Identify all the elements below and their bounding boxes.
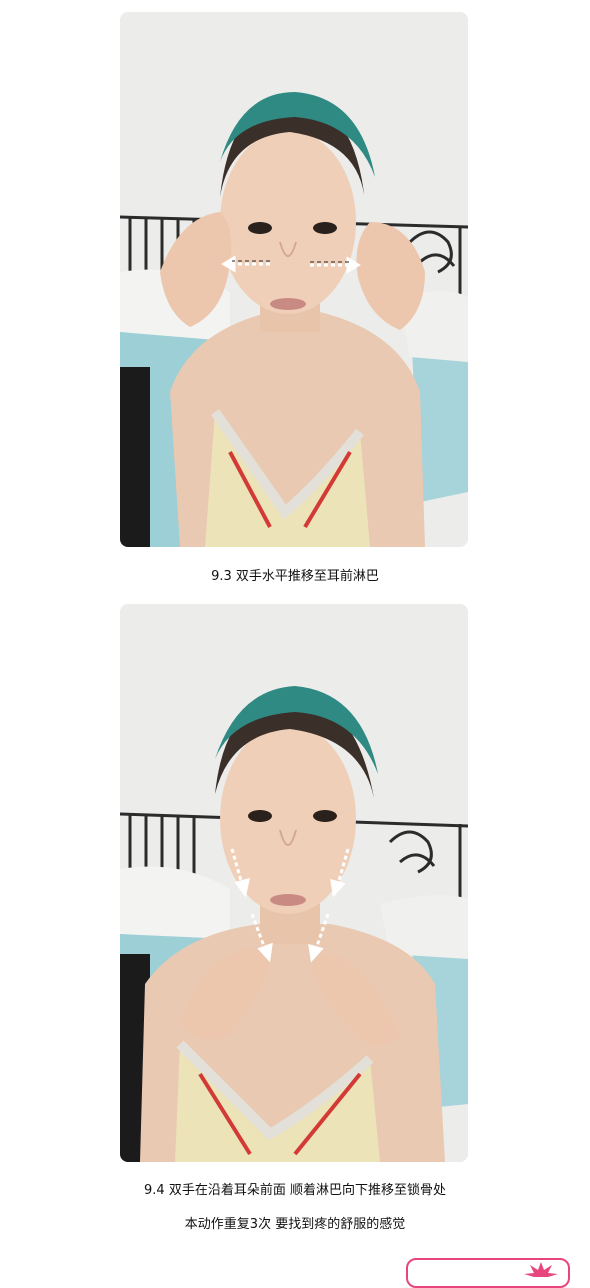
step-9-4-photo	[120, 604, 468, 1162]
star-burst-icon	[524, 1262, 558, 1277]
step-9-4-note: 本动作重复3次 要找到疼的舒服的感觉	[184, 1217, 406, 1232]
step-9-3-caption: 9.3 双手水平推移至耳前淋巴	[211, 569, 379, 584]
face-massage-downward-photo	[120, 604, 468, 1162]
step-9-3-photo	[120, 12, 468, 547]
step-9-4-caption: 9.4 双手在沿着耳朵前面 顺着淋巴向下推移至锁骨处	[144, 1183, 446, 1198]
face-massage-horizontal-photo	[120, 12, 468, 547]
